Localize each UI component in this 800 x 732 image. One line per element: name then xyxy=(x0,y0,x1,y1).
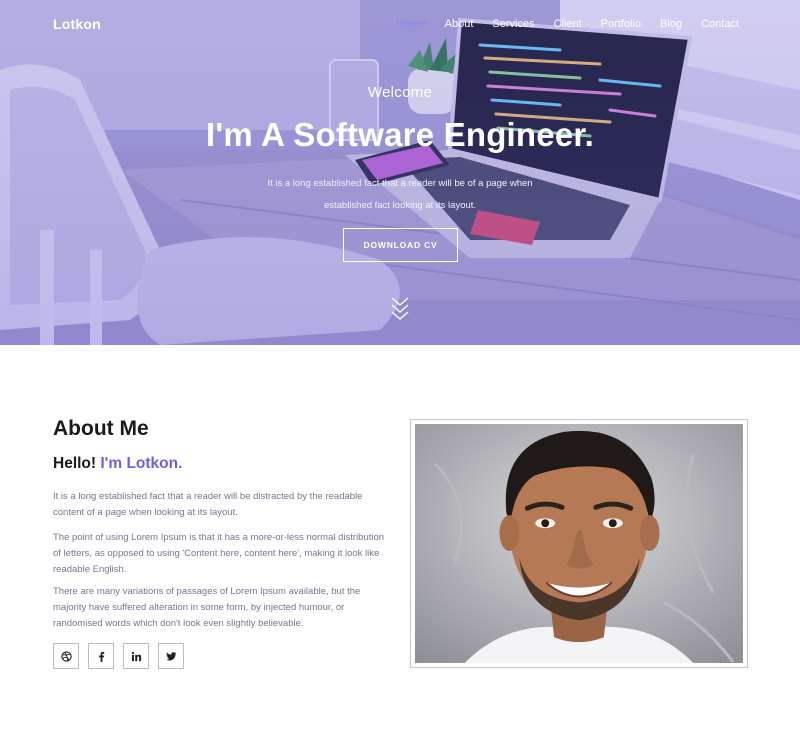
about-hello: Hello! I'm Lotkon. xyxy=(53,455,182,473)
nav-item-client[interactable]: Client xyxy=(554,18,582,30)
hero-section: Lotkon Home About Services Client Portfo… xyxy=(0,0,800,345)
dribbble-icon xyxy=(60,650,72,662)
social-links xyxy=(53,643,184,669)
twitter-icon xyxy=(165,651,177,661)
nav-item-portfolio[interactable]: Portfolio xyxy=(601,18,641,30)
about-paragraph-1: It is a long established fact that a rea… xyxy=(53,491,363,518)
about-paragraph-2: The point of using Lorem Ipsum is that i… xyxy=(53,532,385,575)
main-nav: Home About Services Client Portfolio Blo… xyxy=(377,18,739,30)
about-name: I'm Lotkon. xyxy=(100,455,183,472)
hero-title-main: A Software Engineer. xyxy=(261,116,594,153)
nav-item-services[interactable]: Services xyxy=(492,18,534,30)
about-heading-rest: Me xyxy=(119,417,149,440)
nav-item-contact[interactable]: Contact xyxy=(701,18,739,30)
facebook-icon xyxy=(98,651,104,662)
download-cv-button[interactable]: DOWNLOAD CV xyxy=(343,228,458,262)
profile-photo xyxy=(415,424,743,663)
nav-item-blog[interactable]: Blog xyxy=(660,18,682,30)
hero-welcome: Welcome xyxy=(367,84,433,101)
hero-title-prefix: I'm xyxy=(206,116,253,153)
about-paragraph-3: There are many variations of passages of… xyxy=(53,586,361,629)
brand-logo[interactable]: Lotkon xyxy=(53,16,101,32)
hero-title: I'm A Software Engineer. xyxy=(0,116,800,154)
profile-photo-frame xyxy=(410,419,748,668)
facebook-button[interactable] xyxy=(88,643,114,669)
twitter-button[interactable] xyxy=(158,643,184,669)
about-heading-bold: About xyxy=(53,417,114,440)
dribbble-button[interactable] xyxy=(53,643,79,669)
double-chevron-down-icon[interactable] xyxy=(390,296,410,324)
about-heading: About Me xyxy=(53,417,149,441)
linkedin-icon xyxy=(131,651,141,661)
nav-item-about[interactable]: About xyxy=(445,18,474,30)
hello-text: Hello! xyxy=(53,455,97,472)
hero-description: It is a long established fact that a rea… xyxy=(267,178,533,211)
linkedin-button[interactable] xyxy=(123,643,149,669)
nav-item-home[interactable]: Home xyxy=(396,18,425,30)
